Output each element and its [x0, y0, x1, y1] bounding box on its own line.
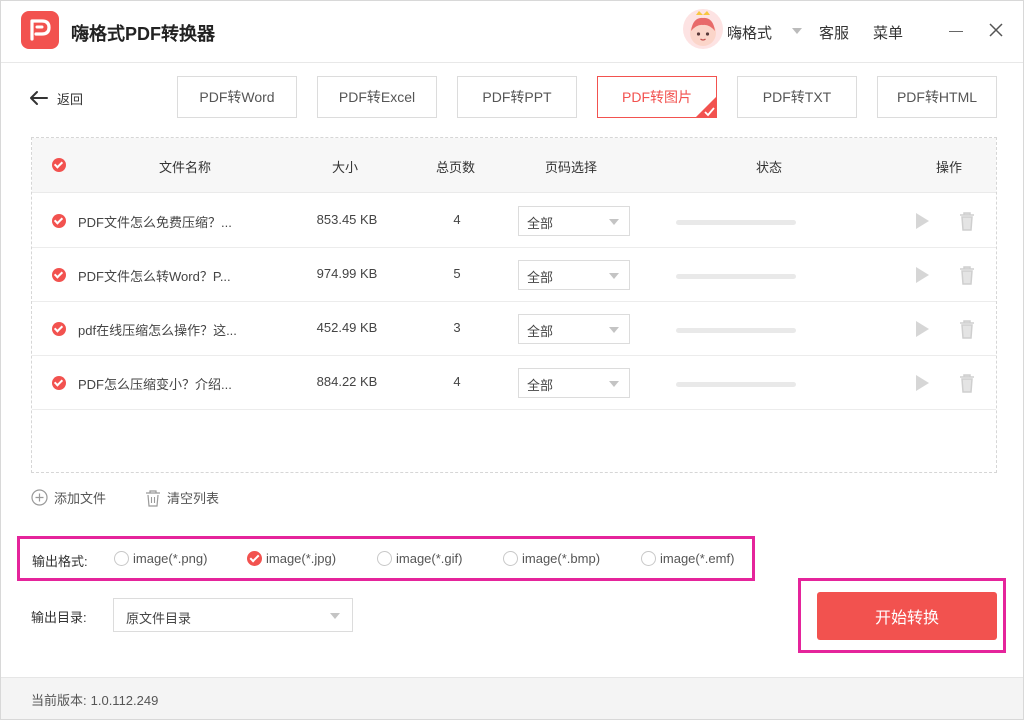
app-title: 嗨格式PDF转换器: [71, 24, 215, 44]
progress-bar: [676, 220, 796, 225]
table-row: PDF文件怎么免费压缩？... 853.45 KB 4 全部: [32, 194, 996, 248]
chevron-down-icon: [609, 219, 619, 225]
row-checkbox[interactable]: [52, 268, 66, 282]
back-button[interactable]: 返回: [29, 87, 83, 109]
chevron-down-icon: [609, 273, 619, 279]
add-file-button[interactable]: 添加文件: [31, 488, 106, 507]
file-name: PDF文件怎么免费压缩？...: [78, 215, 232, 230]
close-icon[interactable]: [987, 21, 1005, 39]
play-icon[interactable]: [914, 212, 930, 230]
tab-pdf-to-html[interactable]: PDF转HTML: [877, 76, 997, 118]
header-pages: 总页数: [436, 160, 476, 175]
username[interactable]: 嗨格式: [727, 22, 772, 43]
header-name: 文件名称: [159, 160, 212, 175]
format-option-jpg[interactable]: image(*.jpg): [247, 551, 336, 566]
page-select-dropdown[interactable]: 全部: [518, 206, 630, 236]
progress-bar: [676, 328, 796, 333]
plus-circle-icon: [31, 489, 48, 506]
tab-pdf-to-excel[interactable]: PDF转Excel: [317, 76, 437, 118]
page-select-dropdown[interactable]: 全部: [518, 314, 630, 344]
trash-icon[interactable]: [958, 265, 976, 285]
arrow-left-icon: [30, 91, 48, 105]
header-page-select: 页码选择: [545, 160, 598, 175]
row-checkbox[interactable]: [52, 376, 66, 390]
radio-button[interactable]: [247, 551, 262, 566]
file-pages: 4: [453, 212, 461, 227]
version-info: 当前版本: 1.0.112.249: [31, 690, 158, 709]
progress-bar: [676, 382, 796, 387]
table-row: pdf在线压缩怎么操作？这... 452.49 KB 3 全部: [32, 302, 996, 356]
selected-check-icon: [695, 96, 717, 118]
progress-bar: [676, 274, 796, 279]
row-checkbox[interactable]: [52, 322, 66, 336]
header-size: 大小: [332, 160, 359, 175]
trash-icon[interactable]: [958, 319, 976, 339]
chevron-down-icon: [609, 381, 619, 387]
status-bar: 当前版本: 1.0.112.249: [1, 677, 1023, 719]
table-row: PDF怎么压缩变小？介绍... 884.22 KB 4 全部: [32, 356, 996, 410]
file-pages: 5: [453, 266, 461, 281]
file-pages: 4: [453, 374, 461, 389]
chevron-down-icon: [609, 327, 619, 333]
select-all-checkbox[interactable]: [52, 158, 66, 172]
file-name: PDF怎么压缩变小？介绍...: [78, 377, 232, 392]
chevron-down-icon[interactable]: [792, 28, 802, 34]
file-pages: 3: [453, 320, 461, 335]
header-action: 操作: [936, 160, 963, 175]
file-list-panel: 文件名称 大小 总页数 页码选择 状态 操作 PDF文件怎么免费压缩？... 8…: [31, 137, 997, 473]
page-select-dropdown[interactable]: 全部: [518, 368, 630, 398]
output-dir-label: 输出目录:: [31, 610, 87, 625]
app-logo-icon: [21, 11, 59, 49]
menu-button[interactable]: 菜单: [873, 22, 903, 43]
trash-icon[interactable]: [958, 211, 976, 231]
start-convert-button[interactable]: 开始转换: [817, 592, 997, 640]
trash-icon: [146, 489, 160, 507]
play-icon[interactable]: [914, 374, 930, 392]
page-select-dropdown[interactable]: 全部: [518, 260, 630, 290]
version-number: 1.0.112.249: [90, 693, 159, 708]
output-format-label: 输出格式:: [32, 554, 88, 569]
clear-list-label: 清空列表: [167, 491, 220, 506]
service-button[interactable]: 客服: [819, 22, 849, 43]
file-size: 974.99 KB: [316, 266, 378, 281]
tab-pdf-to-txt[interactable]: PDF转TXT: [737, 76, 857, 118]
title-bar: 嗨格式PDF转换器 嗨格式 客服 菜单: [1, 1, 1023, 63]
chevron-down-icon: [330, 613, 340, 619]
back-label: 返回: [57, 91, 84, 107]
radio-button[interactable]: [503, 551, 518, 566]
file-name: pdf在线压缩怎么操作？这...: [78, 323, 237, 338]
format-option-emf[interactable]: image(*.emf): [641, 551, 734, 566]
radio-button[interactable]: [641, 551, 656, 566]
trash-icon[interactable]: [958, 373, 976, 393]
file-size: 853.45 KB: [316, 212, 378, 227]
file-name: PDF文件怎么转Word？P...: [78, 269, 231, 284]
start-button-highlight: 开始转换: [798, 578, 1006, 653]
clear-list-button[interactable]: 清空列表: [145, 488, 219, 507]
version-label: 当前版本:: [31, 693, 87, 708]
play-icon[interactable]: [914, 266, 930, 284]
file-size: 452.49 KB: [316, 320, 378, 335]
tab-pdf-to-image[interactable]: PDF转图片: [597, 76, 717, 118]
output-format-group: 输出格式: image(*.png) image(*.jpg) image(*.…: [17, 536, 755, 581]
radio-button[interactable]: [377, 551, 392, 566]
app-window: 嗨格式PDF转换器 嗨格式 客服 菜单 返回 PDF转Word PDF转Exce…: [0, 0, 1024, 720]
format-option-png[interactable]: image(*.png): [114, 551, 207, 566]
tab-pdf-to-word[interactable]: PDF转Word: [177, 76, 297, 118]
row-checkbox[interactable]: [52, 214, 66, 228]
file-size: 884.22 KB: [316, 374, 378, 389]
format-option-gif[interactable]: image(*.gif): [377, 551, 462, 566]
avatar[interactable]: [683, 9, 723, 49]
header-status: 状态: [756, 160, 783, 175]
add-file-label: 添加文件: [54, 491, 107, 506]
table-header: 文件名称 大小 总页数 页码选择 状态 操作: [32, 138, 996, 193]
output-dir-select[interactable]: 原文件目录: [113, 598, 353, 632]
table-row: PDF文件怎么转Word？P... 974.99 KB 5 全部: [32, 248, 996, 302]
radio-button[interactable]: [114, 551, 129, 566]
play-icon[interactable]: [914, 320, 930, 338]
format-option-bmp[interactable]: image(*.bmp): [503, 551, 600, 566]
tab-pdf-to-ppt[interactable]: PDF转PPT: [457, 76, 577, 118]
minimize-icon[interactable]: [949, 31, 963, 32]
